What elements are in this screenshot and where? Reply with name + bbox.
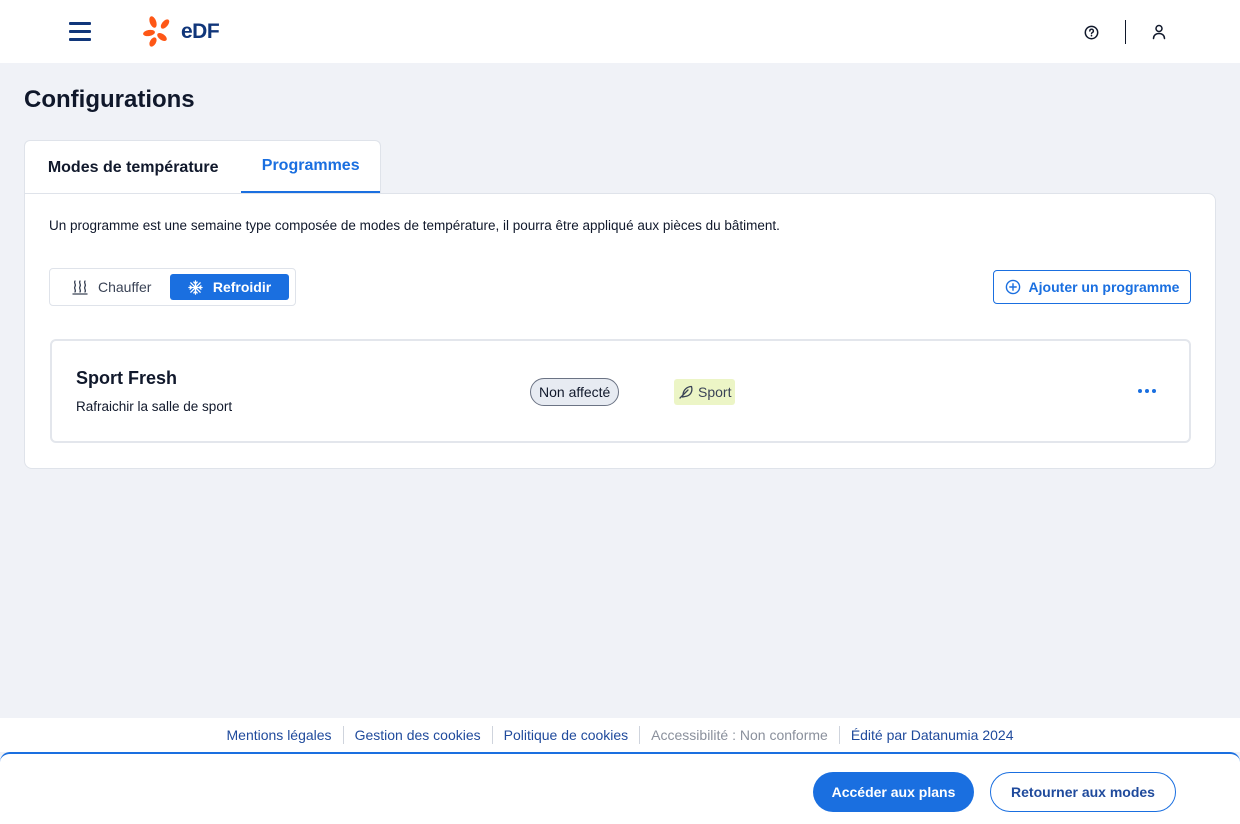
- page-title: Configurations: [24, 86, 195, 113]
- access-plans-button[interactable]: Accéder aux plans: [813, 772, 974, 812]
- footer-link-gestion-cookies[interactable]: Gestion des cookies: [342, 726, 492, 744]
- footer-accessibility-status: Accessibilité : Non conforme: [639, 726, 839, 744]
- footer-links: Mentions légales Gestion des cookies Pol…: [0, 718, 1240, 752]
- user-icon[interactable]: [1152, 24, 1166, 40]
- programme-name: Sport Fresh: [76, 368, 178, 388]
- programme-description: Rafraichir la salle de sport: [76, 399, 233, 414]
- category-tag: Sport: [674, 379, 736, 405]
- toggle-chauffer-label: Chauffer: [98, 279, 152, 295]
- footer-link-politique-cookies[interactable]: Politique de cookies: [491, 726, 640, 744]
- footer-link-mentions-legales[interactable]: Mentions légales: [216, 726, 343, 744]
- footer-link-editor[interactable]: Édité par Datanumia 2024: [838, 726, 1025, 744]
- toggle-chauffer[interactable]: Chauffer: [54, 274, 166, 300]
- snowflake-icon: [188, 279, 203, 295]
- heat-waves-icon: [72, 279, 88, 295]
- hamburger-menu-icon[interactable]: [69, 21, 91, 43]
- add-programme-button[interactable]: Ajouter un programme: [993, 270, 1191, 304]
- edf-logo-text: eDF: [181, 20, 220, 43]
- toggle-refroidir[interactable]: Refroidir: [170, 274, 289, 300]
- tab-modes-temperature[interactable]: Modes de température: [25, 141, 241, 194]
- config-tabs: Modes de température Programmes: [24, 140, 381, 194]
- header-divider: [1125, 20, 1126, 44]
- edf-logo[interactable]: eDF: [143, 16, 220, 48]
- bottom-action-bar: Accéder aux plans Retourner aux modes: [0, 752, 1240, 824]
- tab-programmes[interactable]: Programmes: [241, 141, 380, 194]
- help-circle-icon[interactable]: [1084, 25, 1099, 40]
- add-programme-label: Ajouter un programme: [1028, 279, 1180, 295]
- programmes-panel: Un programme est une semaine type compos…: [24, 193, 1216, 469]
- edf-logo-mark: [143, 16, 170, 47]
- toggle-refroidir-label: Refroidir: [212, 279, 272, 295]
- programme-card[interactable]: Sport Fresh Rafraichir la salle de sport…: [50, 339, 1191, 443]
- top-header: eDF: [0, 0, 1240, 63]
- back-to-modes-button[interactable]: Retourner aux modes: [990, 772, 1176, 812]
- status-badge: Non affecté: [530, 378, 620, 406]
- heat-cool-toggle: Chauffer Refroidir: [49, 268, 296, 306]
- plus-circle-icon: [1005, 279, 1020, 295]
- category-tag-label: Sport: [698, 384, 732, 400]
- programmes-intro: Un programme est une semaine type compos…: [49, 218, 780, 233]
- more-options-icon[interactable]: [1135, 381, 1159, 401]
- feather-icon: [679, 385, 693, 399]
